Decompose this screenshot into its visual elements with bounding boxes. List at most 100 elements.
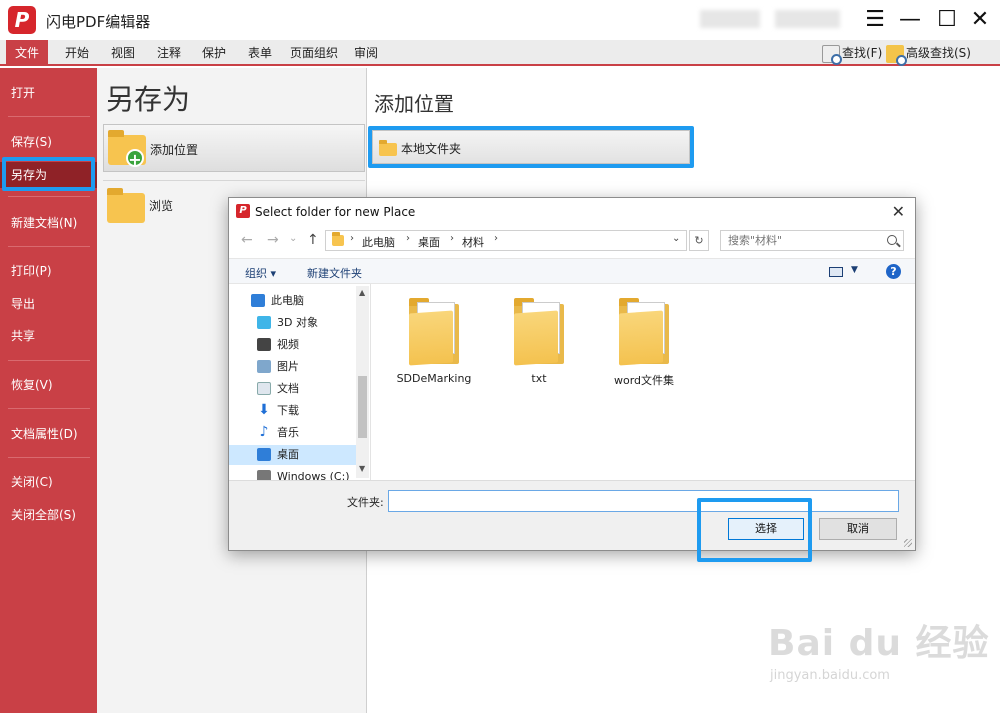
app-logo-icon: P <box>8 6 36 34</box>
tab-file[interactable]: 文件 <box>6 40 48 66</box>
select-folder-dialog: P Select folder for new Place ✕ ← → ⌄ ↑ … <box>228 197 916 551</box>
search-icon <box>887 235 897 245</box>
sidebar-item-share[interactable]: 共享 <box>0 323 97 349</box>
hamburger-icon[interactable]: ☰ <box>861 6 889 34</box>
tab-form[interactable]: 表单 <box>243 40 277 66</box>
download-arrow-icon: ⬇ <box>258 402 270 418</box>
find-button[interactable]: 查找(F) <box>822 43 883 65</box>
scroll-down-icon[interactable]: ▼ <box>359 464 365 473</box>
search-box[interactable] <box>720 230 904 251</box>
sidebar-item-export[interactable]: 导出 <box>0 291 97 317</box>
plus-icon: + <box>126 149 144 169</box>
sidebar-divider <box>8 408 90 409</box>
sidebar-item-restore[interactable]: 恢复(V) <box>0 372 97 398</box>
sidebar-divider <box>8 196 90 197</box>
sidebar-item-close-all[interactable]: 关闭全部(S) <box>0 502 97 528</box>
view-options-icon[interactable] <box>829 267 843 277</box>
maximize-button[interactable]: ☐ <box>933 6 961 34</box>
tree-item-windows-drive[interactable]: Windows (C:) <box>277 467 350 480</box>
new-folder-button[interactable]: 新建文件夹 <box>307 265 362 281</box>
refresh-icon[interactable]: ↻ <box>689 230 709 251</box>
tab-page-organize[interactable]: 页面组织 <box>288 40 340 66</box>
pictures-icon <box>257 360 271 373</box>
help-icon[interactable]: ? <box>886 264 901 279</box>
advanced-find-icon <box>886 44 907 66</box>
tree-item-this-pc[interactable]: 此电脑 <box>271 291 304 311</box>
tree-item-3d-objects[interactable]: 3D 对象 <box>277 313 318 333</box>
list-item-folder[interactable]: word文件集 <box>594 298 694 388</box>
tree-scrollbar-thumb[interactable] <box>358 376 367 438</box>
browse-label: 浏览 <box>149 199 174 213</box>
advanced-find-button[interactable]: 高级查找(S) <box>886 43 971 66</box>
dialog-title-bar: P Select folder for new Place ✕ <box>229 198 915 226</box>
cancel-button[interactable]: 取消 <box>819 518 897 540</box>
folder-field[interactable] <box>389 491 898 511</box>
blurred-user-info <box>700 10 760 28</box>
app-logo-icon: P <box>236 204 250 218</box>
sidebar-divider <box>8 246 90 247</box>
folder-icon <box>332 232 344 246</box>
tab-view[interactable]: 视图 <box>106 40 140 66</box>
app-title: 闪电PDF编辑器 <box>46 13 151 31</box>
tab-review[interactable]: 审阅 <box>349 40 383 66</box>
tree-item-documents[interactable]: 文档 <box>277 379 299 399</box>
baidu-watermark: Bai du 经验 <box>768 623 990 664</box>
add-location-button[interactable]: + 添加位置 <box>103 124 365 172</box>
list-item-folder[interactable]: txt <box>489 298 589 385</box>
find-icon <box>822 44 842 65</box>
organize-menu[interactable]: 组织 ▾ <box>245 265 276 281</box>
add-location-label: 添加位置 <box>150 143 199 157</box>
tree-item-music[interactable]: 音乐 <box>277 423 299 443</box>
folder-icon <box>514 298 564 366</box>
blurred-account-info <box>775 10 840 28</box>
sidebar-item-close[interactable]: 关闭(C) <box>0 469 97 495</box>
breadcrumb-materials[interactable]: 材料 <box>462 234 484 250</box>
tab-start[interactable]: 开始 <box>60 40 94 66</box>
history-chevron-icon[interactable]: ⌄ <box>289 233 297 244</box>
highlight-local-folder <box>368 126 694 168</box>
navigation-tree: 此电脑 3D 对象 视频 图片 文档 ⬇ 下载 ♪ 音乐 桌面 Windows … <box>229 284 369 480</box>
sidebar-item-new-document[interactable]: 新建文档(N) <box>0 210 97 236</box>
back-arrow-icon[interactable]: ← <box>241 232 253 248</box>
ribbon-tabs: 文件 开始 视图 注释 保护 表单 页面组织 审阅 查找(F) 高级查找(S) <box>0 40 1000 66</box>
advanced-find-label: 高级查找(S) <box>906 46 971 60</box>
forward-arrow-icon[interactable]: → <box>267 232 279 248</box>
title-bar: P 闪电PDF编辑器 ☰ — ☐ ✕ <box>0 0 1000 40</box>
tree-item-pictures[interactable]: 图片 <box>277 357 299 377</box>
drive-icon <box>257 470 271 480</box>
highlight-save-as <box>2 157 95 191</box>
dialog-title: Select folder for new Place <box>255 205 416 219</box>
resize-grip[interactable] <box>904 539 912 547</box>
find-label: 查找(F) <box>842 46 883 60</box>
tree-item-downloads[interactable]: 下载 <box>277 401 299 421</box>
desktop-icon <box>257 448 271 461</box>
sidebar-item-save[interactable]: 保存(S) <box>0 129 97 155</box>
chevron-down-icon[interactable]: ⌄ <box>672 233 680 244</box>
breadcrumb-desktop[interactable]: 桌面 <box>418 234 440 250</box>
close-button[interactable]: ✕ <box>966 6 994 34</box>
tab-annotate[interactable]: 注释 <box>152 40 186 66</box>
dialog-close-button[interactable]: ✕ <box>892 202 905 221</box>
scroll-up-icon[interactable]: ▲ <box>359 288 365 297</box>
view-chevron-down-icon[interactable]: ▼ <box>851 265 858 275</box>
address-bar[interactable]: › 此电脑 › 桌面 › 材料 › ⌄ <box>325 230 687 251</box>
tree-item-desktop[interactable]: 桌面 <box>277 445 299 465</box>
tab-protect[interactable]: 保护 <box>197 40 231 66</box>
sidebar-item-open[interactable]: 打开 <box>0 80 97 106</box>
folder-icon <box>107 188 145 223</box>
file-name: SDDeMarking <box>396 372 472 385</box>
up-arrow-icon[interactable]: ↑ <box>307 232 319 248</box>
breadcrumb-this-pc[interactable]: 此电脑 <box>362 234 395 250</box>
minimize-button[interactable]: — <box>896 6 924 34</box>
baidu-watermark-url: jingyan.baidu.com <box>770 668 890 683</box>
list-item-folder[interactable]: SDDeMarking <box>384 298 484 385</box>
sidebar-item-document-properties[interactable]: 文档属性(D) <box>0 421 97 447</box>
add-location-title: 添加位置 <box>374 92 454 116</box>
tree-item-videos[interactable]: 视频 <box>277 335 299 355</box>
folder-icon <box>409 298 459 366</box>
file-list: SDDeMarking txt word文件集 <box>370 284 915 480</box>
search-input[interactable] <box>721 231 881 250</box>
dialog-toolbar: 组织 ▾ 新建文件夹 ▼ ? <box>229 258 915 284</box>
folder-field-wrapper[interactable] <box>388 490 899 512</box>
sidebar-item-print[interactable]: 打印(P) <box>0 258 97 284</box>
